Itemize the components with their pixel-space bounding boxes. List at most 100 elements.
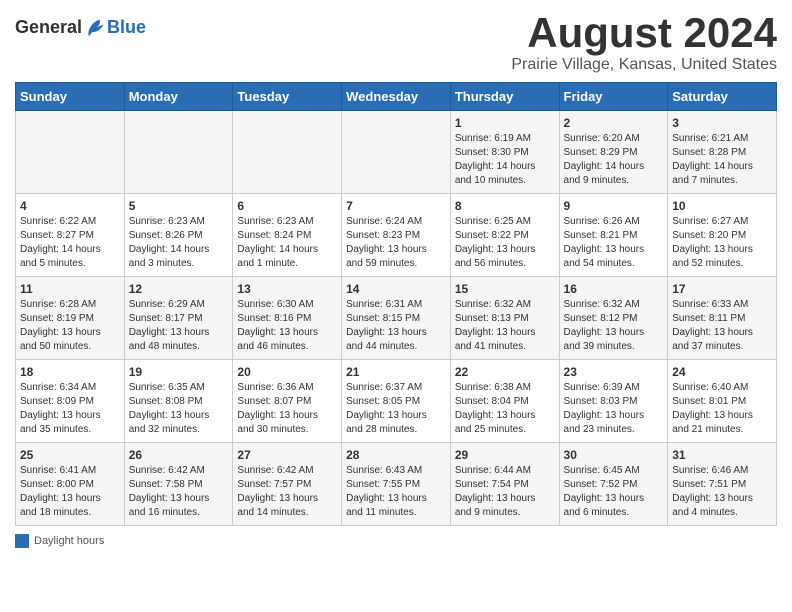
day-info: Sunrise: 6:46 AM Sunset: 7:51 PM Dayligh…	[672, 464, 772, 520]
day-info: Sunrise: 6:38 AM Sunset: 8:04 PM Dayligh…	[455, 381, 555, 437]
day-number: 22	[455, 365, 555, 379]
day-number: 17	[672, 282, 772, 296]
day-info: Sunrise: 6:20 AM Sunset: 8:29 PM Dayligh…	[564, 132, 664, 188]
calendar-cell: 10 Sunrise: 6:27 AM Sunset: 8:20 PM Dayli…	[668, 194, 777, 277]
day-number: 11	[20, 282, 120, 296]
page-header: General Blue August 2024 Prairie Village…	[15, 10, 777, 74]
day-info: Sunrise: 6:27 AM Sunset: 8:20 PM Dayligh…	[672, 215, 772, 271]
calendar-cell: 5 Sunrise: 6:23 AM Sunset: 8:26 PM Daylig…	[124, 194, 233, 277]
logo-blue-text: Blue	[107, 17, 146, 38]
day-info: Sunrise: 6:32 AM Sunset: 8:13 PM Dayligh…	[455, 298, 555, 354]
day-info: Sunrise: 6:45 AM Sunset: 7:52 PM Dayligh…	[564, 464, 664, 520]
day-number: 1	[455, 116, 555, 130]
calendar-cell: 20 Sunrise: 6:36 AM Sunset: 8:07 PM Dayli…	[233, 360, 342, 443]
calendar-cell: 8Sunrise: 6:25 AM Sunset: 8:22 PM Daylig…	[450, 194, 559, 277]
day-info: Sunrise: 6:41 AM Sunset: 8:00 PM Dayligh…	[20, 464, 120, 520]
month-title: August 2024	[511, 10, 777, 56]
legend: Daylight hours	[15, 534, 777, 548]
legend-label: Daylight hours	[34, 535, 104, 547]
day-info: Sunrise: 6:23 AM Sunset: 8:26 PM Dayligh…	[129, 215, 229, 271]
day-info: Sunrise: 6:42 AM Sunset: 7:58 PM Dayligh…	[129, 464, 229, 520]
calendar-cell: 14 Sunrise: 6:31 AM Sunset: 8:15 PM Dayli…	[342, 277, 451, 360]
calendar-cell: 4Sunrise: 6:22 AM Sunset: 8:27 PM Daylig…	[16, 194, 125, 277]
calendar-cell: 1 Sunrise: 6:19 AM Sunset: 8:30 PM Daylig…	[450, 111, 559, 194]
day-info: Sunrise: 6:44 AM Sunset: 7:54 PM Dayligh…	[455, 464, 555, 520]
week-row-1: 1 Sunrise: 6:19 AM Sunset: 8:30 PM Daylig…	[16, 111, 777, 194]
week-row-3: 11 Sunrise: 6:28 AM Sunset: 8:19 PM Dayli…	[16, 277, 777, 360]
day-number: 6	[237, 199, 337, 213]
calendar-cell: 17 Sunrise: 6:33 AM Sunset: 8:11 PM Dayli…	[668, 277, 777, 360]
day-number: 13	[237, 282, 337, 296]
day-info: Sunrise: 6:21 AM Sunset: 8:28 PM Dayligh…	[672, 132, 772, 188]
day-info: Sunrise: 6:40 AM Sunset: 8:01 PM Dayligh…	[672, 381, 772, 437]
day-number: 3	[672, 116, 772, 130]
day-number: 28	[346, 448, 446, 462]
day-number: 16	[564, 282, 664, 296]
weekday-header-monday: Monday	[124, 83, 233, 111]
week-row-2: 4Sunrise: 6:22 AM Sunset: 8:27 PM Daylig…	[16, 194, 777, 277]
calendar-cell: 12 Sunrise: 6:29 AM Sunset: 8:17 PM Dayli…	[124, 277, 233, 360]
weekday-header-wednesday: Wednesday	[342, 83, 451, 111]
day-info: Sunrise: 6:29 AM Sunset: 8:17 PM Dayligh…	[129, 298, 229, 354]
day-info: Sunrise: 6:28 AM Sunset: 8:19 PM Dayligh…	[20, 298, 120, 354]
calendar-cell: 3 Sunrise: 6:21 AM Sunset: 8:28 PM Daylig…	[668, 111, 777, 194]
day-number: 5	[129, 199, 229, 213]
calendar-cell: 7 Sunrise: 6:24 AM Sunset: 8:23 PM Daylig…	[342, 194, 451, 277]
weekday-header-tuesday: Tuesday	[233, 83, 342, 111]
calendar-cell: 13 Sunrise: 6:30 AM Sunset: 8:16 PM Dayli…	[233, 277, 342, 360]
calendar-cell: 9 Sunrise: 6:26 AM Sunset: 8:21 PM Daylig…	[559, 194, 668, 277]
day-number: 15	[455, 282, 555, 296]
day-info: Sunrise: 6:19 AM Sunset: 8:30 PM Dayligh…	[455, 132, 555, 188]
weekday-header-sunday: Sunday	[16, 83, 125, 111]
calendar-cell	[16, 111, 125, 194]
day-number: 29	[455, 448, 555, 462]
calendar-cell: 19Sunrise: 6:35 AM Sunset: 8:08 PM Dayli…	[124, 360, 233, 443]
day-info: Sunrise: 6:36 AM Sunset: 8:07 PM Dayligh…	[237, 381, 337, 437]
week-row-5: 25 Sunrise: 6:41 AM Sunset: 8:00 PM Dayli…	[16, 443, 777, 526]
calendar-cell: 23Sunrise: 6:39 AM Sunset: 8:03 PM Dayli…	[559, 360, 668, 443]
calendar-cell: 24Sunrise: 6:40 AM Sunset: 8:01 PM Dayli…	[668, 360, 777, 443]
day-number: 4	[20, 199, 120, 213]
day-info: Sunrise: 6:42 AM Sunset: 7:57 PM Dayligh…	[237, 464, 337, 520]
weekday-header-friday: Friday	[559, 83, 668, 111]
day-number: 30	[564, 448, 664, 462]
location-title: Prairie Village, Kansas, United States	[511, 56, 777, 74]
calendar-cell: 25 Sunrise: 6:41 AM Sunset: 8:00 PM Dayli…	[16, 443, 125, 526]
legend-color-box	[15, 534, 29, 548]
calendar-cell: 30 Sunrise: 6:45 AM Sunset: 7:52 PM Dayli…	[559, 443, 668, 526]
day-info: Sunrise: 6:26 AM Sunset: 8:21 PM Dayligh…	[564, 215, 664, 271]
day-number: 19	[129, 365, 229, 379]
day-number: 12	[129, 282, 229, 296]
day-number: 9	[564, 199, 664, 213]
logo-general-text: General	[15, 17, 82, 38]
day-info: Sunrise: 6:39 AM Sunset: 8:03 PM Dayligh…	[564, 381, 664, 437]
day-info: Sunrise: 6:24 AM Sunset: 8:23 PM Dayligh…	[346, 215, 446, 271]
day-info: Sunrise: 6:33 AM Sunset: 8:11 PM Dayligh…	[672, 298, 772, 354]
title-section: August 2024 Prairie Village, Kansas, Uni…	[511, 10, 777, 74]
day-info: Sunrise: 6:31 AM Sunset: 8:15 PM Dayligh…	[346, 298, 446, 354]
day-number: 18	[20, 365, 120, 379]
day-number: 7	[346, 199, 446, 213]
day-number: 20	[237, 365, 337, 379]
calendar-cell: 26Sunrise: 6:42 AM Sunset: 7:58 PM Dayli…	[124, 443, 233, 526]
day-info: Sunrise: 6:34 AM Sunset: 8:09 PM Dayligh…	[20, 381, 120, 437]
logo-bird-icon	[85, 16, 107, 38]
weekday-header-saturday: Saturday	[668, 83, 777, 111]
day-number: 21	[346, 365, 446, 379]
calendar-cell: 22 Sunrise: 6:38 AM Sunset: 8:04 PM Dayli…	[450, 360, 559, 443]
calendar-cell: 28Sunrise: 6:43 AM Sunset: 7:55 PM Dayli…	[342, 443, 451, 526]
calendar-cell: 27 Sunrise: 6:42 AM Sunset: 7:57 PM Dayli…	[233, 443, 342, 526]
calendar-cell: 2Sunrise: 6:20 AM Sunset: 8:29 PM Daylig…	[559, 111, 668, 194]
day-number: 14	[346, 282, 446, 296]
day-info: Sunrise: 6:30 AM Sunset: 8:16 PM Dayligh…	[237, 298, 337, 354]
calendar-cell: 21Sunrise: 6:37 AM Sunset: 8:05 PM Dayli…	[342, 360, 451, 443]
day-number: 25	[20, 448, 120, 462]
day-number: 27	[237, 448, 337, 462]
day-number: 8	[455, 199, 555, 213]
day-info: Sunrise: 6:32 AM Sunset: 8:12 PM Dayligh…	[564, 298, 664, 354]
day-number: 10	[672, 199, 772, 213]
calendar-cell: 6Sunrise: 6:23 AM Sunset: 8:24 PM Daylig…	[233, 194, 342, 277]
day-number: 31	[672, 448, 772, 462]
calendar-cell	[124, 111, 233, 194]
week-row-4: 18 Sunrise: 6:34 AM Sunset: 8:09 PM Dayli…	[16, 360, 777, 443]
